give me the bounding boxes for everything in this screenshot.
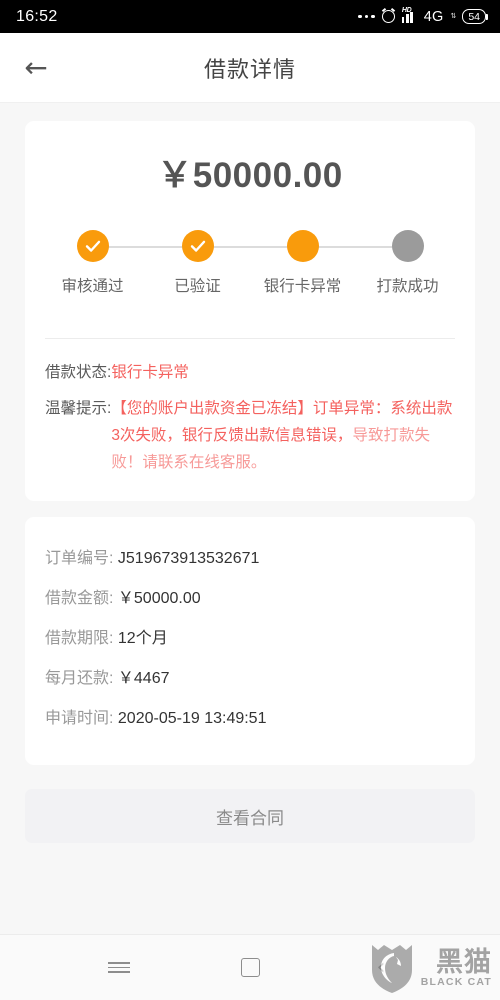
step-verified: 已验证: [150, 230, 245, 296]
step-bank-card-error: 银行卡异常: [255, 230, 350, 296]
step-label: 已验证: [174, 278, 221, 295]
alarm-clock-icon: [381, 10, 395, 23]
loan-tip-row: 温馨提示: 【您的账户出款资金已冻结】订单异常：系统出款3次失败，银行反馈出款信…: [45, 395, 455, 476]
loan-status-label: 借款状态:: [45, 364, 112, 381]
order-details-card: 订单编号: J519673913532671 借款金额: ￥50000.00 借…: [25, 517, 475, 765]
data-arrows-icon: ⇅: [450, 13, 456, 20]
detail-row-loan-term: 借款期限: 12个月: [45, 619, 455, 659]
menu-icon[interactable]: [96, 945, 142, 991]
step-dot-current: [286, 230, 319, 262]
check-icon: [85, 240, 100, 252]
more-dots-icon: [358, 14, 375, 19]
status-bar-time: 16:52: [16, 7, 58, 25]
detail-row-order-number: 订单编号: J519673913532671: [45, 539, 455, 579]
detail-value: ￥4467: [117, 670, 170, 687]
order-details-list: 订单编号: J519673913532671 借款金额: ￥50000.00 借…: [25, 539, 475, 739]
step-audit-passed: 审核通过: [45, 230, 140, 296]
loan-tip-label: 温馨提示:: [45, 400, 112, 417]
view-contract-button[interactable]: 查看合同: [25, 789, 475, 843]
app-header: ← 借款详情: [0, 33, 500, 103]
step-label: 打款成功: [376, 278, 439, 295]
detail-label: 借款期限:: [45, 630, 114, 647]
detail-value: 12个月: [117, 630, 168, 647]
check-icon: [190, 240, 205, 252]
watermark-cn-text: 黑猫: [436, 946, 492, 977]
detail-row-apply-time: 申请时间: 2020-05-19 13:49:51: [45, 699, 455, 739]
signal-bars-icon: HD: [401, 7, 417, 23]
detail-value: 2020-05-19 13:49:51: [117, 710, 267, 727]
detail-label: 每月还款:: [45, 670, 114, 687]
step-label: 银行卡异常: [263, 278, 342, 295]
detail-value: J519673913532671: [117, 550, 260, 567]
detail-row-monthly-payment: 每月还款: ￥4467: [45, 659, 455, 699]
watermark-en-text: BLACK CAT: [420, 976, 492, 989]
page-title: 借款详情: [203, 56, 296, 82]
detail-label: 申请时间:: [45, 710, 114, 727]
loan-tip-value: 【您的账户出款资金已冻结】订单异常：系统出款3次失败，银行反馈出款信息错误，导致…: [111, 395, 455, 476]
home-square-icon[interactable]: [227, 945, 273, 991]
step-payment-success: 打款成功: [360, 230, 455, 296]
loan-status-value: 银行卡异常: [111, 364, 189, 381]
step-dot-done: [181, 230, 214, 262]
step-dot-done: [76, 230, 109, 262]
status-bar-icons: HD 4G ⇅ 54: [358, 7, 488, 25]
battery-icon: 54: [462, 9, 488, 24]
loan-summary-card: ￥50000.00 审核通过 已验证 银行卡异常 打款成功 借款状态: 银行卡异…: [25, 121, 475, 501]
detail-label: 订单编号:: [45, 550, 114, 567]
black-cat-watermark: 黑猫 BLACK CAT: [370, 942, 492, 994]
hd-label: HD: [401, 6, 412, 14]
loan-status-block: 借款状态: 银行卡异常 温馨提示: 【您的账户出款资金已冻结】订单异常：系统出款…: [25, 359, 475, 476]
loan-amount: ￥50000.00: [157, 156, 343, 195]
detail-value: ￥50000.00: [117, 590, 201, 607]
step-label: 审核通过: [61, 278, 124, 295]
loan-progress-stepper: 审核通过 已验证 银行卡异常 打款成功: [25, 230, 475, 296]
status-bar: 16:52 HD 4G ⇅ 54: [0, 0, 500, 33]
loan-status-row: 借款状态: 银行卡异常: [45, 359, 455, 386]
detail-row-loan-amount: 借款金额: ￥50000.00: [45, 579, 455, 619]
back-arrow-icon[interactable]: ←: [16, 48, 56, 88]
card-divider: [45, 338, 455, 339]
detail-label: 借款金额:: [45, 590, 114, 607]
network-type-label: 4G: [423, 8, 444, 25]
step-dot-pending: [391, 230, 424, 262]
shield-cat-icon: [371, 945, 412, 993]
